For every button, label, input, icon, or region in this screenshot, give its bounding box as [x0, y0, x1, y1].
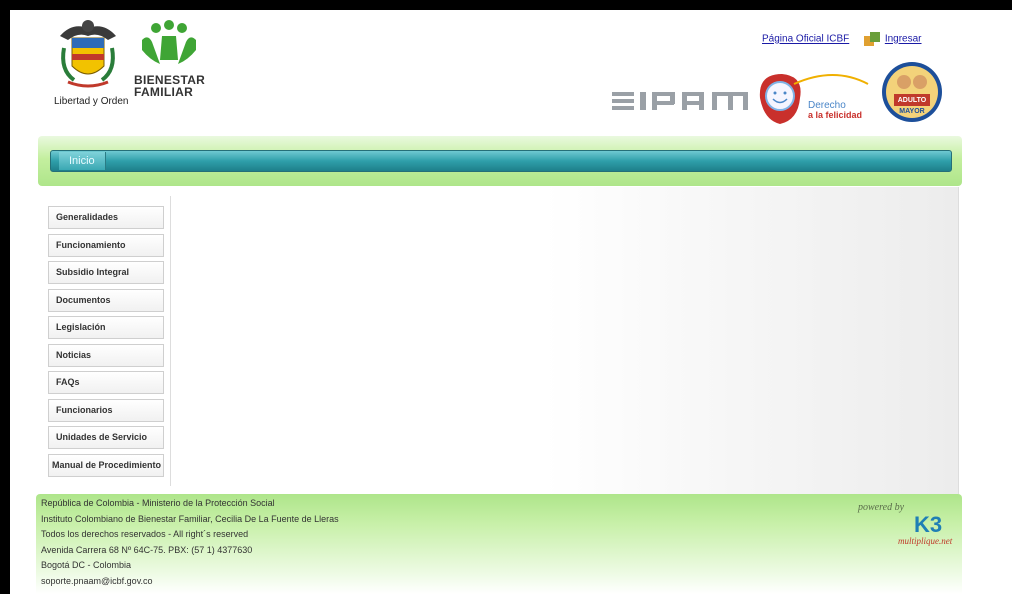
footer-line-institute: Instituto Colombiano de Bienestar Famili…: [41, 513, 339, 524]
sidebar-item-unidades-de-servicio[interactable]: Unidades de Servicio: [48, 426, 164, 449]
coat-caption: Libertad y Orden: [54, 96, 129, 107]
derecho-line2: a la felicidad: [808, 110, 862, 120]
ingresar-icon[interactable]: [864, 32, 881, 46]
icbf-wordmark-line2: FAMILIAR: [134, 85, 194, 99]
main-content: [38, 187, 959, 494]
header: Libertad y Orden BIENESTAR FAMILIAR Pági…: [10, 10, 1012, 140]
powered-by-badge[interactable]: powered by K3 multiplique.net: [858, 502, 958, 552]
derecho-felicidad-logo: Derecho a la felicidad: [759, 74, 869, 124]
sidebar-item-funcionarios[interactable]: Funcionarios: [48, 398, 164, 422]
k3-logo: K3: [914, 512, 943, 537]
sidebar-item-documentos[interactable]: Documentos: [48, 288, 164, 312]
powered-by-text: powered by: [858, 502, 905, 513]
icbf-wordmark: BIENESTAR FAMILIAR: [134, 74, 205, 98]
sidebar-item-generalidades[interactable]: Generalidades: [48, 206, 164, 229]
footer-line-email: soporte.pnaam@icbf.gov.co: [41, 575, 153, 586]
login-link[interactable]: Ingresar: [885, 34, 922, 45]
footer-line-ministry: República de Colombia - Ministerio de la…: [41, 498, 275, 508]
sipam-logo: [612, 92, 748, 110]
footer-info: República de Colombia - Ministerio de la…: [41, 496, 339, 590]
adulto-mayor-seal: ADULTO MAYOR: [882, 62, 942, 122]
sidebar-item-manual-de-procedimiento[interactable]: Manual de Procedimiento: [48, 453, 164, 477]
footer-line-rights: Todos los derechos reservados - All righ…: [41, 529, 249, 540]
sidebar-item-legislacion[interactable]: Legislación: [48, 316, 164, 339]
top-links: Página Oficial ICBF Ingresar: [762, 32, 922, 46]
footer-line-city: Bogotá DC - Colombia: [41, 560, 132, 571]
footer-line-address: Avenida Carrera 68 Nº 64C-75. PBX: (57 1…: [41, 544, 253, 555]
sidebar-menu: Generalidades Funcionamiento Subsidio In…: [48, 206, 164, 481]
adulto-line1: ADULTO: [898, 97, 927, 104]
sidebar-item-funcionamiento[interactable]: Funcionamiento: [48, 233, 164, 257]
tab-inicio[interactable]: Inicio: [59, 152, 106, 170]
coat-of-arms-icon: [60, 20, 116, 88]
main-navbar: Inicio: [50, 150, 952, 172]
adulto-line2: MAYOR: [899, 108, 924, 115]
sidebar-item-subsidio-integral[interactable]: Subsidio Integral: [48, 261, 164, 284]
sidebar-item-noticias[interactable]: Noticias: [48, 343, 164, 367]
multiplique-tagline: multiplique.net: [898, 536, 953, 546]
sidebar-item-faqs[interactable]: FAQs: [48, 371, 164, 394]
sidebar-divider: [170, 196, 171, 486]
official-icbf-link[interactable]: Página Oficial ICBF: [762, 34, 849, 45]
page: Libertad y Orden BIENESTAR FAMILIAR Pági…: [10, 10, 1012, 594]
